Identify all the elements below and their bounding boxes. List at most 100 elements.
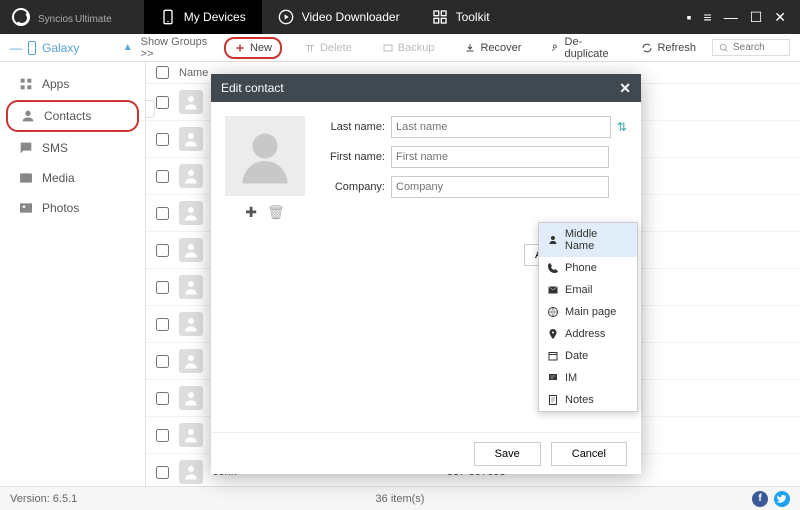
avatar-icon <box>179 460 203 484</box>
twitter-icon[interactable] <box>774 491 790 507</box>
download-icon <box>464 42 476 54</box>
globe-icon <box>547 306 559 318</box>
item-count: 36 item(s) <box>376 493 425 505</box>
avatar-icon <box>179 386 203 410</box>
modal-header: Edit contact ✕ <box>211 74 641 102</box>
row-checkbox[interactable] <box>156 281 169 294</box>
syncios-logo-icon <box>12 8 30 26</box>
backup-button[interactable]: Backup <box>374 39 443 57</box>
avatar-icon <box>179 201 203 225</box>
row-checkbox[interactable] <box>156 133 169 146</box>
version-label: Version: 6.5.1 <box>10 493 77 505</box>
deduplicate-button[interactable]: De-duplicate <box>543 33 619 63</box>
dd-address[interactable]: Address <box>539 323 637 345</box>
last-name-label: Last name: <box>321 121 385 133</box>
minimize-icon[interactable]: — <box>724 9 738 26</box>
row-checkbox[interactable] <box>156 170 169 183</box>
avatar-icon <box>179 238 203 262</box>
avatar-icon <box>179 127 203 151</box>
brand-name: SynciosUltimate <box>36 9 112 25</box>
avatar-icon <box>179 90 203 114</box>
contact-avatar-placeholder[interactable] <box>225 116 305 196</box>
row-checkbox[interactable] <box>156 244 169 257</box>
collapse-handle[interactable] <box>146 100 155 118</box>
new-button[interactable]: New <box>224 37 282 59</box>
dd-phone[interactable]: Phone <box>539 257 637 279</box>
row-checkbox[interactable] <box>156 429 169 442</box>
avatar-icon <box>179 349 203 373</box>
maximize-icon[interactable]: ☐ <box>750 9 763 26</box>
cancel-button[interactable]: Cancel <box>551 442 627 466</box>
delete-avatar-button[interactable]: 🗑 <box>267 204 285 221</box>
refresh-button[interactable]: Refresh <box>633 39 704 57</box>
phone-icon <box>547 262 559 274</box>
avatar-icon <box>179 275 203 299</box>
row-checkbox[interactable] <box>156 392 169 405</box>
search-box[interactable] <box>712 39 790 56</box>
sidebar-item-photos[interactable]: Photos <box>6 194 139 222</box>
status-bar: Version: 6.5.1 36 item(s) f <box>0 486 800 510</box>
avatar-icon <box>179 312 203 336</box>
sidebar-item-sms[interactable]: SMS <box>6 134 139 162</box>
search-input[interactable] <box>733 42 783 53</box>
device-selector[interactable]: — Galaxy <box>10 41 79 55</box>
avatar-icon <box>179 423 203 447</box>
row-checkbox[interactable] <box>156 96 169 109</box>
notes-icon <box>547 394 559 406</box>
menu-icon[interactable]: ≡ <box>704 9 712 26</box>
save-button[interactable]: Save <box>474 442 541 466</box>
tab-video-downloader[interactable]: Video Downloader <box>262 0 416 34</box>
nav-tabs: My Devices Video Downloader Toolkit <box>144 0 506 34</box>
company-input[interactable] <box>391 176 609 198</box>
delete-button[interactable]: Delete <box>296 39 360 57</box>
window-controls: ▪ ≡ — ☐ ✕ <box>673 9 800 26</box>
avatar-icon <box>179 164 203 188</box>
add-avatar-button[interactable]: ✚ <box>245 204 257 221</box>
column-name[interactable]: Name <box>179 67 208 79</box>
company-label: Company: <box>321 181 385 193</box>
row-checkbox[interactable] <box>156 318 169 331</box>
calendar-icon <box>547 350 559 362</box>
user-x-icon <box>551 42 560 54</box>
dd-main-page[interactable]: Main page <box>539 301 637 323</box>
sms-icon <box>18 140 34 156</box>
row-checkbox[interactable] <box>156 207 169 220</box>
trash-icon <box>304 42 316 54</box>
email-icon <box>547 284 559 296</box>
sidebar-item-media[interactable]: Media <box>6 164 139 192</box>
row-checkbox[interactable] <box>156 355 169 368</box>
dd-im[interactable]: IM <box>539 367 637 389</box>
dd-middle-name[interactable]: Middle Name <box>539 223 637 257</box>
row-checkbox[interactable] <box>156 466 169 479</box>
modal-close-button[interactable]: ✕ <box>619 80 631 97</box>
sidebar-item-contacts[interactable]: Contacts <box>6 100 139 132</box>
message-icon[interactable]: ▪ <box>687 9 692 26</box>
media-icon <box>18 170 34 186</box>
dd-notes[interactable]: Notes <box>539 389 637 411</box>
search-icon <box>719 43 729 53</box>
phone-icon <box>28 41 36 55</box>
device-toolbar: — Galaxy ▲ Show Groups >> New Delete Bac… <box>0 34 800 62</box>
tab-my-devices[interactable]: My Devices <box>144 0 262 34</box>
phone-icon <box>160 9 176 25</box>
refresh-icon <box>641 42 653 54</box>
last-name-input[interactable] <box>391 116 611 138</box>
plus-icon <box>234 42 246 54</box>
dd-date[interactable]: Date <box>539 345 637 367</box>
sidebar: Apps Contacts SMS Media Photos <box>0 62 146 486</box>
facebook-icon[interactable]: f <box>752 491 768 507</box>
first-name-input[interactable] <box>391 146 609 168</box>
sidebar-item-apps[interactable]: Apps <box>6 70 139 98</box>
select-all-checkbox[interactable] <box>156 66 169 79</box>
dd-email[interactable]: Email <box>539 279 637 301</box>
play-icon <box>278 9 294 25</box>
first-name-label: First name: <box>321 151 385 163</box>
collapse-icon[interactable]: ▲ <box>123 42 133 53</box>
close-icon[interactable]: ✕ <box>774 9 786 26</box>
show-groups-toggle[interactable]: Show Groups >> <box>141 36 210 60</box>
recover-button[interactable]: Recover <box>456 39 529 57</box>
person-icon <box>235 126 295 186</box>
add-more-dropdown: Middle Name Phone Email Main page Addres… <box>538 222 638 412</box>
swap-names-icon[interactable]: ⇅ <box>617 120 627 134</box>
tab-toolkit[interactable]: Toolkit <box>416 0 506 34</box>
